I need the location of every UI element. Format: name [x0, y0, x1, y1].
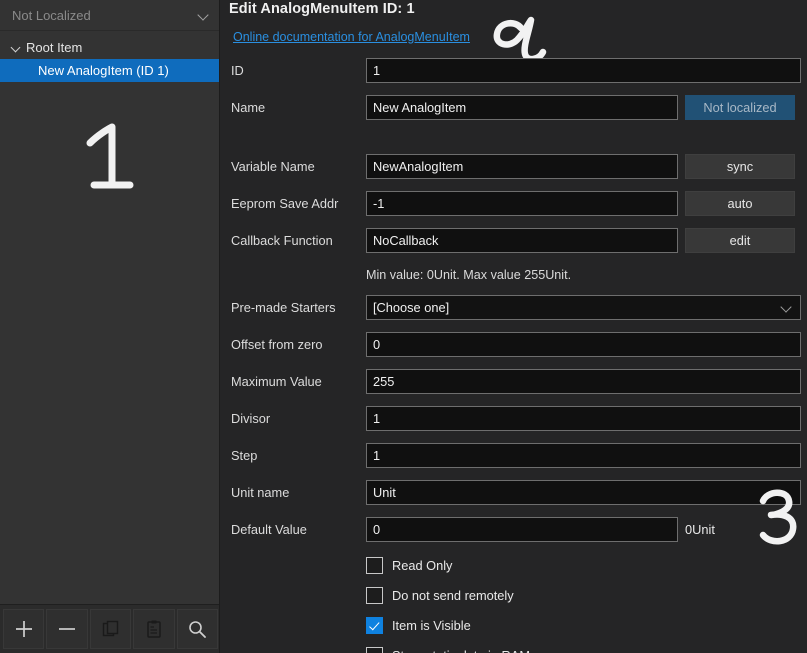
editor-form: ID 1 Name New AnalogItem Not localized V…: [220, 58, 807, 653]
field-row-name: Name New AnalogItem Not localized: [220, 95, 807, 120]
field-row-premade-starters: Pre-made Starters [Choose one]: [220, 295, 807, 320]
callback-function-input[interactable]: NoCallback: [366, 228, 678, 253]
field-row-callback-function: Callback Function NoCallback edit: [220, 228, 807, 253]
field-label-variable-name: Variable Name: [231, 159, 315, 174]
search-button[interactable]: [176, 609, 219, 649]
field-row-divisor: Divisor 1: [220, 406, 807, 431]
item-is-visible-checkbox[interactable]: [366, 617, 383, 634]
edit-button[interactable]: edit: [685, 228, 795, 253]
field-label-maximum-value: Maximum Value: [231, 374, 322, 389]
tree-item-root[interactable]: Root Item: [0, 36, 219, 59]
checkbox-row-item-is-visible[interactable]: Item is Visible: [220, 614, 807, 637]
field-row-default-value: Default Value 0 0Unit: [220, 517, 807, 542]
chevron-down-icon: [781, 301, 794, 314]
menu-tree: Root Item New AnalogItem (ID 1): [0, 31, 219, 604]
read-only-label: Read Only: [392, 558, 453, 573]
premade-starters-select[interactable]: [Choose one]: [366, 295, 801, 320]
add-item-button[interactable]: [3, 609, 45, 649]
store-static-data-in-ram-label: Store static data in RAM: [392, 648, 530, 653]
online-documentation-link[interactable]: Online documentation for AnalogMenuItem: [233, 30, 470, 44]
minus-icon: [59, 628, 76, 630]
clipboard-paste-icon: [147, 620, 161, 638]
chevron-down-icon[interactable]: [8, 40, 24, 56]
sidebar-toolbar: [0, 604, 219, 653]
field-label-name: Name: [231, 100, 266, 115]
locale-selector-value: Not Localized: [12, 7, 91, 23]
offset-from-zero-input[interactable]: 0: [366, 332, 801, 357]
copy-icon: [102, 620, 118, 637]
search-icon: [189, 621, 207, 638]
field-label-offset-from-zero: Offset from zero: [231, 337, 323, 352]
checkbox-row-store-static-data-in-ram[interactable]: Store static data in RAM: [220, 644, 807, 653]
item-is-visible-label: Item is Visible: [392, 618, 471, 633]
plus-icon: [15, 621, 32, 637]
min-max-note-text: Min value: 0Unit. Max value 255Unit.: [366, 268, 572, 282]
app-window: Not Localized Root Item New AnalogItem (…: [0, 0, 807, 653]
name-input[interactable]: New AnalogItem: [366, 95, 678, 120]
annotation-marker-1: [78, 123, 138, 198]
variable-name-input[interactable]: NewAnalogItem: [366, 154, 678, 179]
do-not-send-remotely-label: Do not send remotely: [392, 588, 514, 603]
editor-panel: Edit AnalogMenuItem ID: 1 Online documen…: [220, 0, 807, 653]
page-title: Edit AnalogMenuItem ID: 1: [229, 1, 415, 17]
field-label-divisor: Divisor: [231, 411, 271, 426]
field-label-eeprom-save-addr: Eeprom Save Addr: [231, 196, 339, 211]
maximum-value-input[interactable]: 255: [366, 369, 801, 394]
field-label-default-value: Default Value: [231, 522, 307, 537]
paste-item-button[interactable]: [133, 609, 175, 649]
store-static-data-in-ram-checkbox[interactable]: [366, 647, 383, 653]
checkbox-row-do-not-send-remotely[interactable]: Do not send remotely: [220, 584, 807, 607]
copy-item-button[interactable]: [89, 609, 132, 649]
id-input[interactable]: 1: [366, 58, 801, 83]
divisor-input[interactable]: 1: [366, 406, 801, 431]
tree-item-label: Root Item: [26, 40, 83, 55]
default-value-unit-suffix: 0Unit: [685, 522, 715, 537]
chevron-down-icon: [198, 9, 211, 22]
eeprom-save-addr-input[interactable]: -1: [366, 191, 678, 216]
field-row-id: ID 1: [220, 58, 807, 83]
auto-button[interactable]: auto: [685, 191, 795, 216]
read-only-checkbox[interactable]: [366, 557, 383, 574]
sidebar-panel: Not Localized Root Item New AnalogItem (…: [0, 0, 220, 653]
checkbox-row-read-only[interactable]: Read Only: [220, 554, 807, 577]
field-row-step: Step 1: [220, 443, 807, 468]
min-max-note: Min value: 0Unit. Max value 255Unit.: [220, 265, 807, 285]
not-localized-button[interactable]: Not localized: [685, 95, 795, 120]
field-row-unit-name: Unit name Unit: [220, 480, 807, 505]
do-not-send-remotely-checkbox[interactable]: [366, 587, 383, 604]
field-label-unit-name: Unit name: [231, 485, 290, 500]
unit-name-input[interactable]: Unit: [366, 480, 801, 505]
field-row-offset-from-zero: Offset from zero 0: [220, 332, 807, 357]
field-label-id: ID: [231, 63, 244, 78]
field-row-eeprom-save-addr: Eeprom Save Addr -1 auto: [220, 191, 807, 216]
field-row-maximum-value: Maximum Value 255: [220, 369, 807, 394]
remove-item-button[interactable]: [46, 609, 88, 649]
tree-item-label: New AnalogItem (ID 1): [38, 63, 169, 78]
field-label-step: Step: [231, 448, 258, 463]
field-row-variable-name: Variable Name NewAnalogItem sync: [220, 154, 807, 179]
field-label-callback-function: Callback Function: [231, 233, 333, 248]
premade-starters-value: [Choose one]: [373, 300, 450, 315]
default-value-input[interactable]: 0: [366, 517, 678, 542]
sync-button[interactable]: sync: [685, 154, 795, 179]
field-label-premade-starters: Pre-made Starters: [231, 300, 336, 315]
tree-item-new-analogitem[interactable]: New AnalogItem (ID 1): [0, 59, 219, 82]
locale-selector[interactable]: Not Localized: [0, 0, 219, 31]
step-input[interactable]: 1: [366, 443, 801, 468]
